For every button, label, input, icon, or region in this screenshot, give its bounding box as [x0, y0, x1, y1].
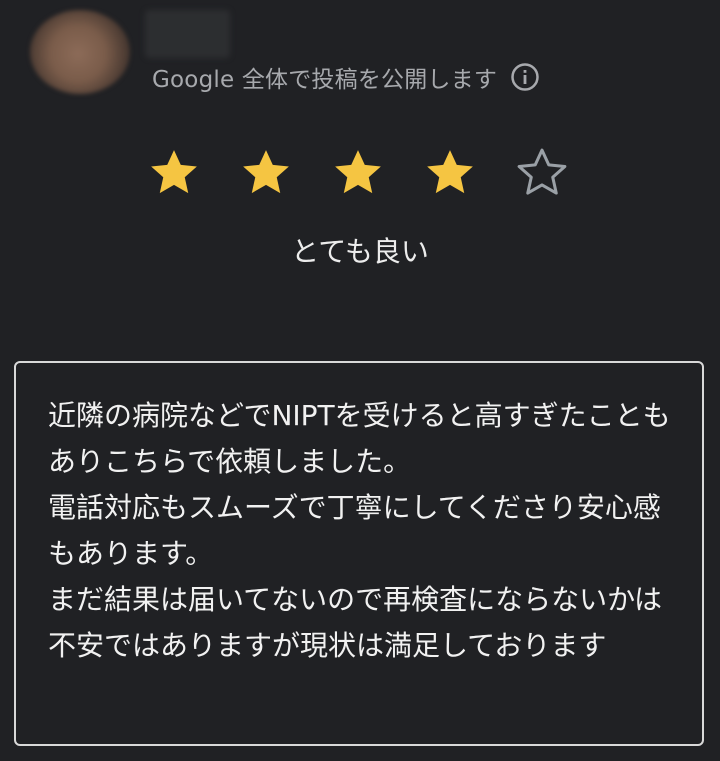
rating-label: とても良い — [291, 235, 429, 268]
user-name-redacted — [145, 10, 230, 58]
info-icon[interactable] — [509, 61, 541, 93]
star-3-icon[interactable] — [312, 140, 404, 206]
review-text: 近隣の病院などでNIPTを受けると高すぎたこともありこちらで依頼しました。 電話… — [48, 399, 671, 662]
avatar — [30, 10, 130, 94]
star-2-icon[interactable] — [220, 140, 312, 206]
public-notice-text: Google 全体で投稿を公開します — [152, 67, 498, 93]
star-5-icon[interactable] — [496, 140, 588, 206]
star-4-icon[interactable] — [404, 140, 496, 206]
star-1-icon[interactable] — [128, 140, 220, 206]
review-text-field[interactable]: 近隣の病院などでNIPTを受けると高すぎたこともありこちらで依頼しました。 電話… — [14, 361, 704, 746]
review-screen: Google 全体で投稿を公開します とても良い 近隣の病院などでNIPTを受け… — [0, 0, 720, 761]
public-notice-row: Google 全体で投稿を公開します — [152, 60, 541, 94]
star-rating — [128, 140, 588, 206]
